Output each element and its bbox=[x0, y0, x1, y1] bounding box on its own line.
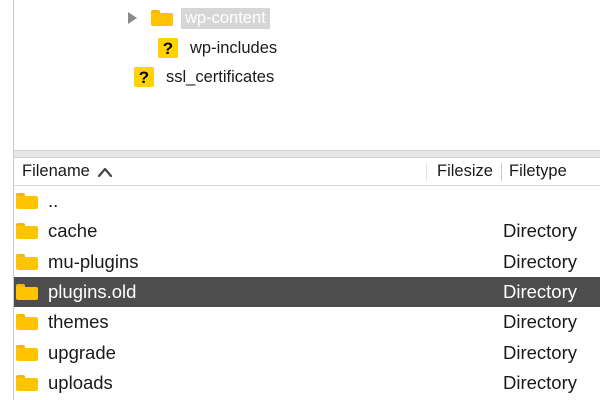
tree-item-label: wp-includes bbox=[190, 38, 278, 57]
question-mark-icon: ? bbox=[134, 67, 154, 87]
directory-tree: wp-content ? wp-includes ? ssl_certifica… bbox=[14, 0, 600, 150]
tree-item-ssl-certificates[interactable]: ? ssl_certificates bbox=[134, 63, 278, 91]
file-name: cache bbox=[48, 220, 98, 242]
folder-icon bbox=[16, 314, 38, 331]
column-header-filetype[interactable]: Filetype bbox=[509, 162, 567, 181]
file-rows: .. cache Directory mu-plugins Directory … bbox=[14, 186, 600, 398]
file-name: uploads bbox=[48, 371, 113, 393]
file-type: Directory bbox=[503, 341, 578, 363]
folder-icon bbox=[16, 344, 38, 361]
folder-icon bbox=[16, 193, 38, 210]
tree-item-label: ssl_certificates bbox=[166, 67, 275, 86]
file-type: Directory bbox=[503, 311, 578, 333]
folder-icon bbox=[16, 374, 38, 391]
file-name: upgrade bbox=[48, 341, 116, 363]
file-type: Directory bbox=[503, 281, 578, 303]
file-type: Directory bbox=[503, 220, 578, 242]
column-header-filesize[interactable]: Filesize bbox=[437, 162, 493, 181]
file-type: Directory bbox=[503, 250, 578, 272]
expand-arrow-icon[interactable] bbox=[128, 12, 137, 24]
column-header-label: Filesize bbox=[437, 162, 493, 180]
tree-item-wp-includes[interactable]: ? wp-includes bbox=[158, 34, 281, 62]
file-list: Filename Filesize Filetype .. cache Dire… bbox=[14, 158, 600, 400]
file-name: .. bbox=[48, 190, 59, 212]
folder-icon bbox=[16, 253, 38, 270]
column-divider[interactable] bbox=[426, 163, 427, 181]
table-row[interactable]: cache Directory bbox=[14, 216, 600, 246]
file-list-header: Filename Filesize Filetype bbox=[14, 158, 600, 186]
table-row[interactable]: uploads Directory bbox=[14, 368, 600, 398]
column-header-label: Filename bbox=[22, 162, 90, 180]
sort-ascending-icon bbox=[97, 167, 112, 177]
table-row[interactable]: themes Directory bbox=[14, 307, 600, 337]
column-divider[interactable] bbox=[501, 163, 502, 181]
table-row[interactable]: upgrade Directory bbox=[14, 337, 600, 367]
column-header-label: Filetype bbox=[509, 162, 567, 180]
column-header-filename[interactable]: Filename bbox=[22, 162, 112, 181]
table-row[interactable]: mu-plugins Directory bbox=[14, 247, 600, 277]
tree-item-label: wp-content bbox=[181, 7, 270, 29]
tree-item-wp-content[interactable]: wp-content bbox=[128, 4, 270, 32]
folder-icon bbox=[16, 223, 38, 240]
folder-icon bbox=[16, 284, 38, 301]
folder-icon bbox=[151, 10, 173, 26]
question-mark-icon: ? bbox=[158, 38, 178, 58]
file-name: mu-plugins bbox=[48, 250, 139, 272]
file-type: Directory bbox=[503, 371, 578, 393]
table-row-selected[interactable]: plugins.old Directory bbox=[14, 276, 600, 308]
pane-splitter[interactable] bbox=[14, 150, 600, 158]
table-row[interactable]: .. bbox=[14, 186, 600, 216]
file-name: plugins.old bbox=[48, 281, 137, 303]
file-name: themes bbox=[48, 311, 109, 333]
